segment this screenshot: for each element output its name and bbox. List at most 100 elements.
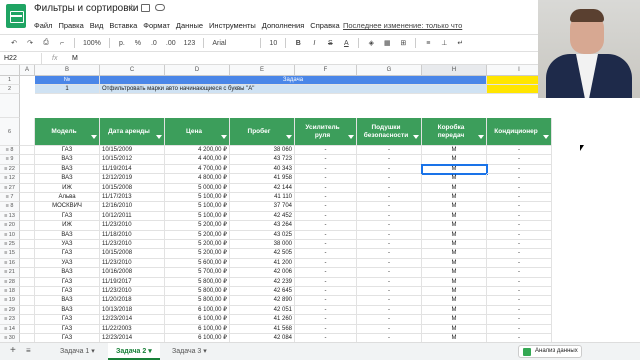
table-cell[interactable]: 42 051	[230, 305, 295, 316]
table-cell[interactable]: М	[422, 277, 487, 287]
cell[interactable]	[20, 193, 35, 203]
table-cell[interactable]: -	[357, 249, 422, 259]
table-cell[interactable]: -	[357, 305, 422, 316]
menu-item-2[interactable]: Вид	[90, 21, 104, 30]
table-cell[interactable]: -	[295, 324, 357, 334]
table-cell[interactable]: ГАЗ	[35, 146, 100, 156]
number-format-button[interactable]: 123	[184, 40, 196, 47]
explore-button[interactable]: Анализ данных	[518, 345, 582, 358]
cell[interactable]	[20, 287, 35, 297]
table-cell[interactable]: 11/23/2010	[100, 287, 165, 297]
table-cell[interactable]: 5 200,00 ₽	[165, 221, 230, 231]
row-header[interactable]: ≡ 25	[0, 240, 20, 250]
row-header[interactable]: ≡ 21	[0, 268, 20, 278]
column-header-c[interactable]: C	[100, 65, 165, 76]
filter-dropdown-icon[interactable]	[543, 135, 549, 139]
table-cell[interactable]: -	[487, 146, 552, 156]
column-header-a[interactable]: A	[20, 65, 35, 76]
table-cell[interactable]: 5 200,00 ₽	[165, 230, 230, 240]
table-cell[interactable]: -	[295, 155, 357, 165]
table-cell[interactable]: 4 200,00 ₽	[165, 146, 230, 156]
task-number[interactable]: 1	[35, 85, 100, 94]
redo-icon[interactable]: ↷	[26, 39, 34, 47]
row-header[interactable]: ≡ 13	[0, 211, 20, 222]
table-cell[interactable]: 5 800,00 ₽	[165, 287, 230, 297]
row-header[interactable]: ≡ 14	[0, 324, 20, 334]
table-cell[interactable]: М	[422, 268, 487, 278]
font-size-select[interactable]: 10	[269, 40, 277, 47]
row-header[interactable]: ≡ 20	[0, 221, 20, 231]
table-cell[interactable]: 5 800,00 ₽	[165, 277, 230, 287]
table-cell[interactable]: 5 200,00 ₽	[165, 240, 230, 250]
row-header[interactable]: ≡ 23	[0, 315, 20, 325]
row-header[interactable]: ≡ 22	[0, 164, 20, 175]
all-sheets-icon[interactable]: ≡	[26, 346, 31, 355]
table-cell[interactable]: -	[487, 324, 552, 334]
table-cell[interactable]: -	[357, 211, 422, 222]
row-header[interactable]: ≡ 7	[0, 193, 20, 203]
align-icon[interactable]: ≡	[424, 40, 432, 47]
table-cell[interactable]: -	[487, 193, 552, 203]
table-cell[interactable]: -	[295, 164, 357, 175]
table-cell[interactable]: 5 100,00 ₽	[165, 202, 230, 212]
table-cell[interactable]: 41 200	[230, 258, 295, 269]
strikethrough-button[interactable]: S	[326, 40, 334, 47]
table-cell[interactable]: -	[487, 202, 552, 212]
decrease-decimal-button[interactable]: .0	[150, 40, 158, 47]
table-cell[interactable]: -	[487, 155, 552, 165]
table-cell[interactable]: -	[357, 287, 422, 297]
table-cell[interactable]: 41 110	[230, 193, 295, 203]
table-cell[interactable]: ВАЗ	[35, 305, 100, 316]
table-cell[interactable]: 41 958	[230, 174, 295, 184]
table-cell[interactable]: 43 264	[230, 221, 295, 231]
table-cell[interactable]: -	[487, 315, 552, 325]
table-cell[interactable]: -	[487, 174, 552, 184]
table-cell[interactable]: 38 000	[230, 240, 295, 250]
table-cell[interactable]: 5 200,00 ₽	[165, 249, 230, 259]
cell[interactable]	[20, 118, 35, 146]
table-cell[interactable]: 12/16/2010	[100, 202, 165, 212]
table-cell[interactable]: М	[421, 163, 488, 176]
table-cell[interactable]: 42 144	[230, 183, 295, 193]
table-cell[interactable]: 42 505	[230, 249, 295, 259]
table-cell[interactable]: -	[487, 287, 552, 297]
column-header-d[interactable]: D	[165, 65, 230, 76]
task-text[interactable]: Отфильтровать марки авто начинающиеся с …	[100, 85, 487, 94]
table-cell[interactable]: -	[295, 258, 357, 269]
menu-item-5[interactable]: Данные	[176, 21, 203, 30]
table-cell[interactable]: -	[295, 277, 357, 287]
filter-dropdown-icon[interactable]	[478, 135, 484, 139]
table-cell[interactable]: -	[357, 146, 422, 156]
table-cell[interactable]: 43 025	[230, 230, 295, 240]
sheets-logo-icon[interactable]	[6, 4, 26, 28]
menu-item-1[interactable]: Правка	[58, 21, 83, 30]
filter-dropdown-icon[interactable]	[413, 135, 419, 139]
filter-dropdown-icon[interactable]	[91, 135, 97, 139]
table-cell[interactable]: М	[422, 315, 487, 325]
task-num-header[interactable]: №	[35, 76, 100, 85]
table-cell[interactable]: ВАЗ	[35, 155, 100, 165]
table-cell[interactable]: 5 800,00 ₽	[165, 296, 230, 306]
italic-button[interactable]: I	[310, 40, 318, 47]
table-cell[interactable]: -	[487, 305, 552, 316]
table-cell[interactable]: 40 343	[230, 164, 295, 175]
table-cell[interactable]: 43 723	[230, 155, 295, 165]
table-cell[interactable]: -	[357, 230, 422, 240]
table-cell[interactable]: ГАЗ	[35, 315, 100, 325]
table-cell[interactable]: ВАЗ	[35, 174, 100, 184]
cell[interactable]	[20, 305, 35, 316]
table-header-6[interactable]: Коробка передач	[422, 118, 487, 146]
table-cell[interactable]: -	[357, 277, 422, 287]
table-cell[interactable]: ГАЗ	[35, 287, 100, 297]
table-cell[interactable]: ВАЗ	[35, 164, 100, 175]
menu-item-4[interactable]: Формат	[143, 21, 170, 30]
table-cell[interactable]: ВАЗ	[35, 230, 100, 240]
table-cell[interactable]: 10/15/2012	[100, 155, 165, 165]
cell[interactable]	[20, 230, 35, 240]
table-cell[interactable]: -	[357, 202, 422, 212]
table-cell[interactable]: -	[357, 221, 422, 231]
table-cell[interactable]: -	[357, 155, 422, 165]
filter-dropdown-icon[interactable]	[221, 135, 227, 139]
row-header[interactable]	[0, 94, 20, 118]
cell[interactable]	[20, 164, 35, 175]
